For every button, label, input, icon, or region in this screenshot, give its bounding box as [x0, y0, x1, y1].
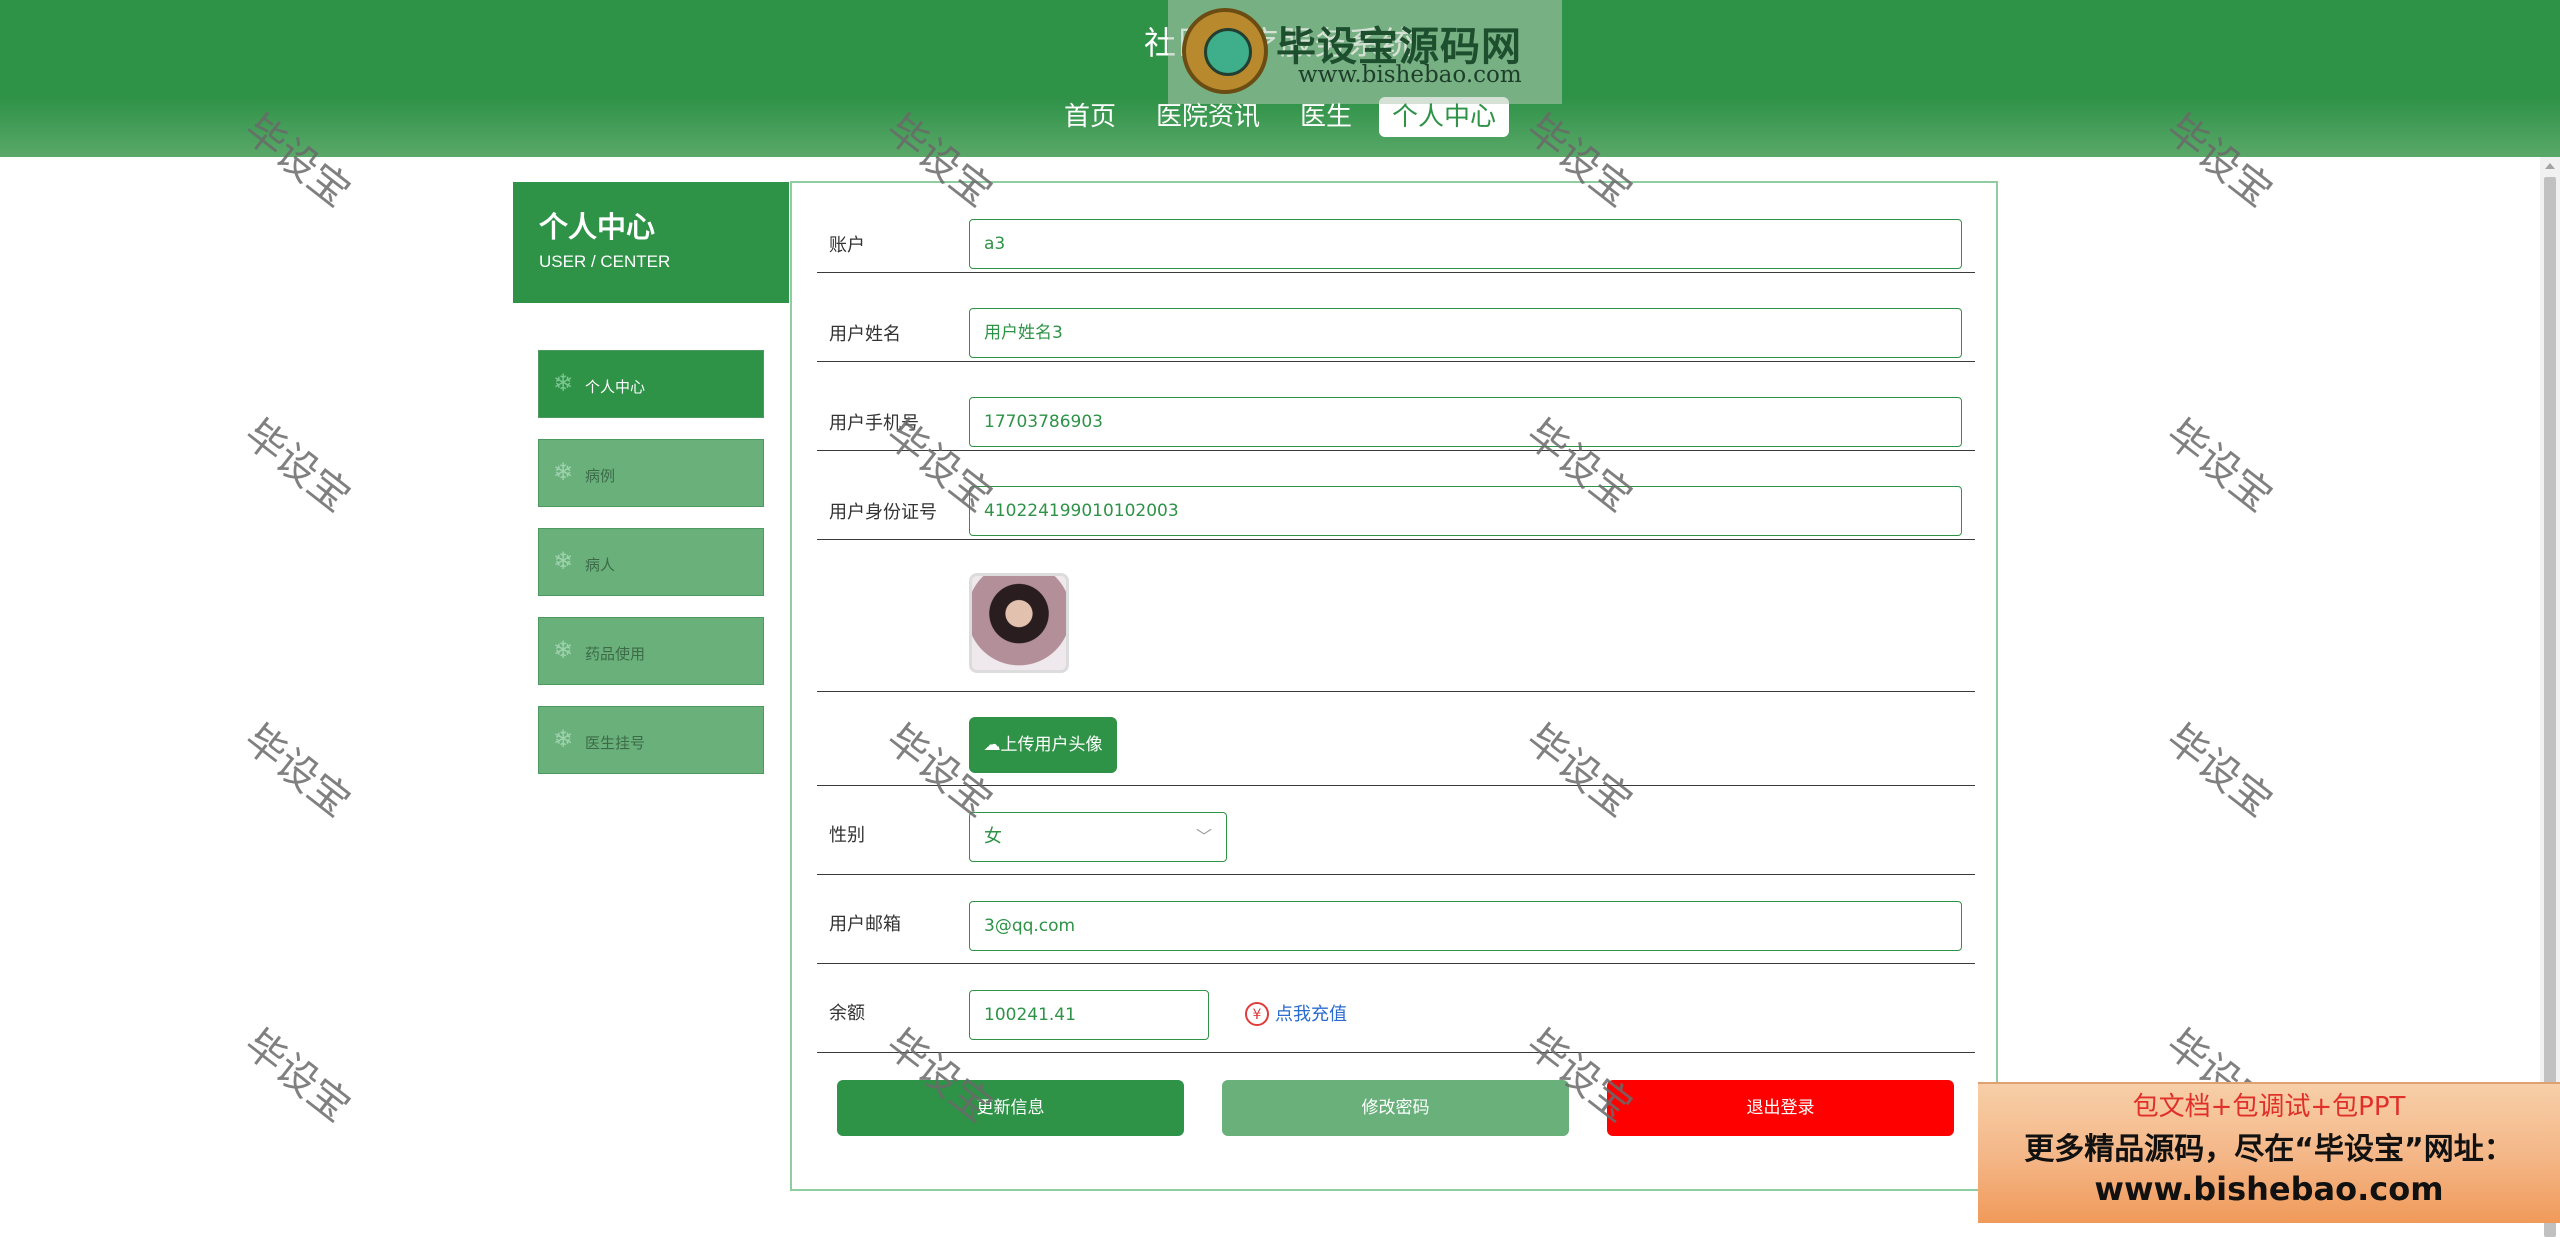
- user-name-input[interactable]: 用户姓名3: [969, 308, 1962, 358]
- user-name-label: 用户姓名: [829, 324, 901, 345]
- cloud-upload-icon: ☁: [983, 735, 1001, 755]
- watermark-text: 毕设宝: [235, 715, 359, 827]
- phone-label: 用户手机号: [829, 413, 919, 434]
- logo-url: www.bishebao.com: [1298, 62, 1522, 88]
- account-label: 账户: [829, 235, 865, 256]
- sidebar-item-label: 个人中心: [585, 378, 646, 396]
- gender-value: 女: [984, 826, 1002, 847]
- ad-line-2: 更多精品源码，尽在“毕设宝”网址：: [2024, 1132, 2514, 1167]
- scrollbar-thumb[interactable]: [2544, 177, 2556, 1237]
- sidebar-item-patients[interactable]: ❄ 病人: [538, 528, 764, 596]
- logout-button[interactable]: 退出登录: [1607, 1080, 1954, 1136]
- profile-form-panel: 账户 a3 用户姓名 用户姓名3 用户手机号 17703786903 用户身份证…: [790, 181, 1998, 1191]
- email-input[interactable]: 3@qq.com: [969, 901, 1962, 951]
- sidebar-menu: ❄ 个人中心 ❄ 病例 ❄ 病人 ❄ 药品使用 ❄ 医生挂号: [538, 350, 764, 795]
- form-row-email: 用户邮箱 3@qq.com: [817, 874, 1975, 964]
- user-avatar-image: [969, 573, 1069, 673]
- id-card-input[interactable]: 410224199010102003: [969, 486, 1962, 536]
- sidebar-subtitle: USER / CENTER: [539, 252, 671, 271]
- yen-icon: ¥: [1245, 1002, 1269, 1026]
- sidebar-item-label: 病例: [585, 467, 616, 485]
- scroll-up-arrow-icon[interactable]: [2545, 163, 2555, 169]
- account-input[interactable]: a3: [969, 219, 1962, 269]
- phone-input[interactable]: 17703786903: [969, 397, 1962, 447]
- ad-line-1: 包文档+包调试+包PPT: [2132, 1092, 2406, 1122]
- sidebar-header: 个人中心 USER / CENTER: [513, 182, 789, 303]
- email-label: 用户邮箱: [829, 914, 901, 935]
- snowflake-icon: ❄: [553, 725, 574, 753]
- top-header: 社区医疗服务系统 首页 医院资讯 医生 个人中心 毕设宝源码网 www.bish…: [0, 0, 2560, 157]
- recharge-label: 点我充值: [1275, 1004, 1347, 1025]
- form-row-user-name: 用户姓名 用户姓名3: [817, 286, 1975, 362]
- form-row-upload: ☁上传用户头像: [817, 691, 1975, 786]
- sidebar-item-label: 医生挂号: [585, 734, 646, 752]
- snowflake-icon: ❄: [553, 458, 574, 486]
- watermark-logo-banner: 毕设宝源码网 www.bishebao.com: [1168, 0, 1562, 104]
- chevron-down-icon: ﹀: [1195, 827, 1212, 846]
- balance-label: 余额: [829, 1003, 865, 1024]
- sidebar-item-label: 药品使用: [585, 645, 646, 663]
- form-row-phone: 用户手机号 17703786903: [817, 375, 1975, 451]
- snowflake-icon: ❄: [553, 369, 574, 397]
- watermark-text: 毕设宝: [235, 410, 359, 522]
- sidebar-item-personal-center[interactable]: ❄ 个人中心: [538, 350, 764, 418]
- snowflake-icon: ❄: [553, 547, 574, 575]
- form-row-id-card: 用户身份证号 410224199010102003: [817, 464, 1975, 540]
- watermark-text: 毕设宝: [2157, 715, 2281, 827]
- watermark-text: 毕设宝: [235, 1020, 359, 1132]
- update-info-button[interactable]: 更新信息: [837, 1080, 1184, 1136]
- recharge-link[interactable]: ¥ 点我充值: [1245, 1000, 1347, 1026]
- ad-url: www.bishebao.com: [2094, 1170, 2444, 1208]
- id-card-label: 用户身份证号: [829, 502, 937, 523]
- balance-input[interactable]: 100241.41: [969, 990, 1209, 1040]
- change-password-button[interactable]: 修改密码: [1222, 1080, 1569, 1136]
- form-row-account: 账户 a3: [817, 197, 1975, 273]
- form-row-balance: 余额 100241.41 ¥ 点我充值: [817, 963, 1975, 1053]
- page-scrollbar[interactable]: [2540, 157, 2560, 1237]
- upload-avatar-button[interactable]: ☁上传用户头像: [969, 717, 1117, 773]
- sidebar-item-doctor-registration[interactable]: ❄ 医生挂号: [538, 706, 764, 774]
- sidebar-title: 个人中心: [539, 210, 656, 244]
- ad-banner[interactable]: 包文档+包调试+包PPT 更多精品源码，尽在“毕设宝”网址： www.bishe…: [1978, 1082, 2560, 1223]
- camera-logo-icon: [1182, 8, 1268, 94]
- watermark-text: 毕设宝: [2157, 410, 2281, 522]
- snowflake-icon: ❄: [553, 636, 574, 664]
- sidebar-item-cases[interactable]: ❄ 病例: [538, 439, 764, 507]
- form-row-gender: 性别 女 ﹀: [817, 785, 1975, 875]
- nav-home[interactable]: 首页: [1051, 97, 1129, 137]
- form-row-avatar: [817, 553, 1975, 692]
- sidebar-item-medicine-usage[interactable]: ❄ 药品使用: [538, 617, 764, 685]
- gender-select[interactable]: 女 ﹀: [969, 812, 1227, 862]
- sidebar-item-label: 病人: [585, 556, 616, 574]
- upload-avatar-label: 上传用户头像: [1000, 735, 1103, 755]
- gender-label: 性别: [829, 825, 865, 846]
